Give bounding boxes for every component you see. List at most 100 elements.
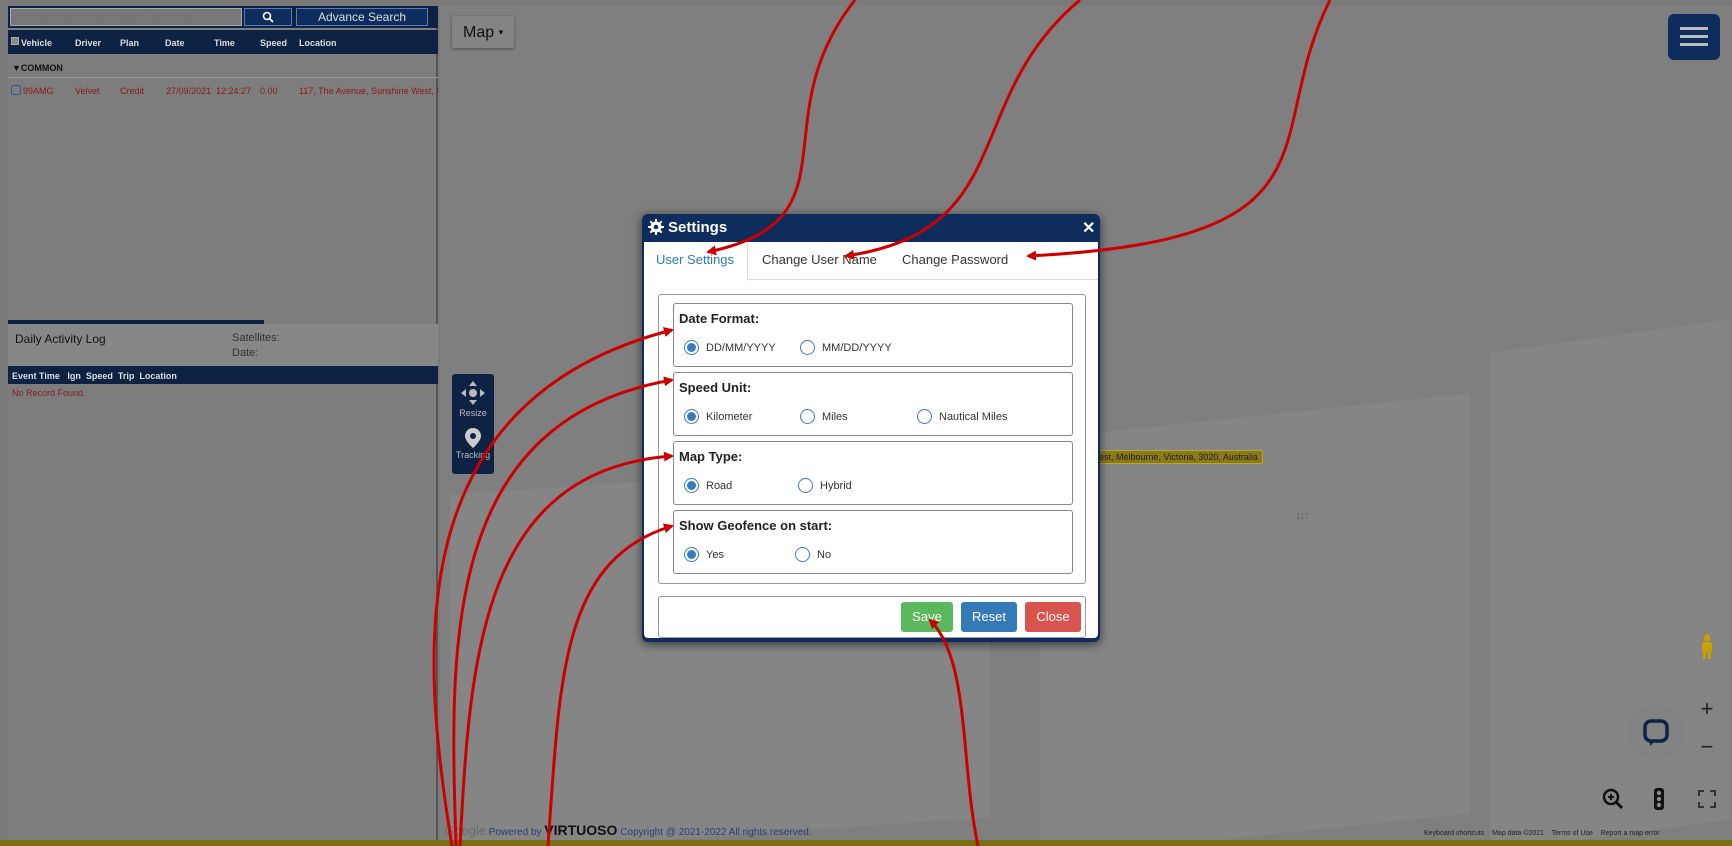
vehicle-table-header: Vehicle Driver Plan Date Time Speed Loca…	[8, 30, 438, 54]
speed-unit-label: Speed Unit:	[679, 380, 752, 395]
chat-button[interactable]	[1628, 704, 1684, 760]
radio-nautical-miles[interactable]: Nautical Miles	[917, 409, 1007, 424]
dialog-title: Settings	[668, 219, 728, 236]
search-input[interactable]	[10, 8, 242, 26]
radio-label: Nautical Miles	[939, 410, 1008, 423]
minus-icon: −	[1700, 734, 1714, 759]
date-label: Date:	[232, 347, 259, 359]
map-type-label: Map Type:	[679, 449, 743, 464]
street-view-pegman[interactable]	[1688, 628, 1726, 666]
radio-label: MM/DD/YYYY	[822, 341, 892, 354]
radio-unselected-icon	[800, 340, 815, 355]
dialog-body: User Settings Change User Name Change Pa…	[644, 242, 1098, 638]
pegman-icon	[1702, 634, 1712, 659]
reset-button[interactable]: Reset	[961, 602, 1017, 632]
close-icon[interactable]: ✕	[1082, 218, 1095, 238]
radio-unselected-icon	[798, 478, 813, 493]
radio-selected-icon	[684, 340, 699, 355]
vehicle-panel: Advance Search Vehicle Driver Plan Date …	[8, 6, 439, 840]
radio-label: Road	[706, 479, 733, 492]
caret-down-icon: ▼	[12, 63, 21, 73]
table-row[interactable]: 99AMG Velvet Credit 27/09/2021 12:24:27 …	[8, 82, 439, 100]
activity-log-header: Daily Activity Log Satellites: Date:	[8, 324, 438, 366]
radio-label: DD/MM/YYYY	[706, 341, 776, 354]
vehicle-address-label[interactable]: est, Melbourne, Victoria, 3020, Australi…	[1094, 450, 1263, 464]
empty-message: No Record Found.	[12, 388, 86, 398]
col-plan[interactable]: Plan	[120, 38, 139, 48]
radio-hybrid[interactable]: Hybrid	[798, 478, 852, 493]
select-all-checkbox[interactable]	[11, 37, 19, 45]
radio-no[interactable]: No	[795, 547, 831, 562]
radio-miles[interactable]: Miles	[800, 409, 848, 424]
col-vehicle[interactable]: Vehicle	[21, 38, 52, 48]
save-button[interactable]: Save	[901, 602, 953, 632]
speed-unit-group: Speed Unit: Kilometer Miles Nautical Mil…	[673, 372, 1073, 436]
col-speed[interactable]: Speed	[260, 38, 287, 48]
radio-kilometer[interactable]: Kilometer	[684, 409, 752, 424]
search-button[interactable]	[244, 8, 292, 26]
tracking-tool[interactable]: Tracking	[452, 428, 494, 472]
col-driver[interactable]: Driver	[75, 38, 101, 48]
radio-label: Hybrid	[820, 479, 852, 492]
resize-tool[interactable]: Resize	[452, 378, 494, 424]
bottom-bar	[0, 840, 1732, 846]
settings-form: Date Format: DD/MM/YYYY MM/DD/YYYY Speed…	[658, 294, 1086, 584]
geofence-group: Show Geofence on start: Yes No	[673, 510, 1073, 574]
radio-selected-icon	[684, 547, 699, 562]
date-format-group: Date Format: DD/MM/YYYY MM/DD/YYYY	[673, 303, 1073, 367]
map-legal-links[interactable]: Keyboard shortcuts Map data ©2021 Terms …	[1424, 830, 1660, 837]
zoom-out-button[interactable]: −	[1688, 728, 1726, 766]
traffic-button[interactable]	[1640, 780, 1678, 818]
radio-unselected-icon	[917, 409, 932, 424]
magnifier-icon	[262, 11, 274, 23]
zoom-search-button[interactable]	[1594, 780, 1632, 818]
advance-search-button[interactable]: Advance Search	[296, 8, 428, 26]
radio-label: No	[817, 548, 832, 561]
map-side-tools: Resize Tracking	[452, 374, 494, 474]
cell-date: 27/09/2021	[166, 86, 212, 96]
group-row[interactable]: ▼COMMON	[8, 58, 438, 78]
settings-tabs: User Settings Change User Name Change Pa…	[644, 242, 1098, 281]
radio-road[interactable]: Road	[684, 478, 732, 493]
tab-change-user-name[interactable]: Change User Name	[762, 242, 877, 280]
radio-yes[interactable]: Yes	[684, 547, 724, 562]
fullscreen-icon	[1698, 790, 1716, 808]
col-date[interactable]: Date	[165, 38, 185, 48]
activity-log-title: Daily Activity Log	[15, 332, 106, 346]
google-logo: Google	[444, 823, 486, 838]
chat-bubble-icon	[1643, 719, 1669, 746]
radio-label: Yes	[706, 548, 724, 561]
radio-label: Miles	[822, 410, 848, 423]
row-checkbox[interactable]	[11, 85, 21, 95]
tab-user-settings[interactable]: User Settings	[644, 242, 748, 281]
zoom-magnifier-icon	[1602, 788, 1624, 810]
cell-driver: Velvet	[75, 86, 100, 96]
zoom-in-button[interactable]: +	[1688, 690, 1726, 728]
map-pin-icon	[465, 428, 481, 448]
col-time[interactable]: Time	[214, 38, 235, 48]
close-button[interactable]: Close	[1025, 602, 1081, 632]
group-label: COMMON	[20, 63, 63, 73]
map-type-button[interactable]: Map ▾	[452, 16, 514, 48]
search-bar: Advance Search	[8, 6, 438, 28]
radio-ddmmyyyy[interactable]: DD/MM/YYYY	[684, 340, 776, 355]
main-menu-button[interactable]	[1668, 14, 1720, 60]
street-number-label: 117	[1296, 512, 1309, 521]
map-type-label: Map	[463, 24, 495, 41]
app-root: Advance Search Vehicle Driver Plan Date …	[0, 0, 1732, 846]
radio-mmddyyyy[interactable]: MM/DD/YYYY	[800, 340, 892, 355]
radio-selected-icon	[684, 409, 699, 424]
radio-unselected-icon	[795, 547, 810, 562]
cell-location: 117, The Avenue, Sunshine West, I	[299, 86, 439, 96]
col-location[interactable]: Location	[299, 38, 337, 48]
date-format-label: Date Format:	[679, 311, 760, 326]
map-type-group: Map Type: Road Hybrid	[673, 441, 1073, 505]
radio-selected-icon	[684, 478, 699, 493]
radio-unselected-icon	[800, 409, 815, 424]
settings-dialog: Settings ✕ User Settings Change User Nam…	[642, 214, 1100, 642]
map-footer: Google Powered by VIRTUOSO Copyright @ 2…	[444, 822, 812, 838]
powered-by-label: Powered by	[488, 827, 542, 838]
fullscreen-button[interactable]	[1688, 780, 1726, 818]
tab-change-password[interactable]: Change Password	[902, 242, 1008, 280]
resize-label: Resize	[459, 408, 487, 418]
